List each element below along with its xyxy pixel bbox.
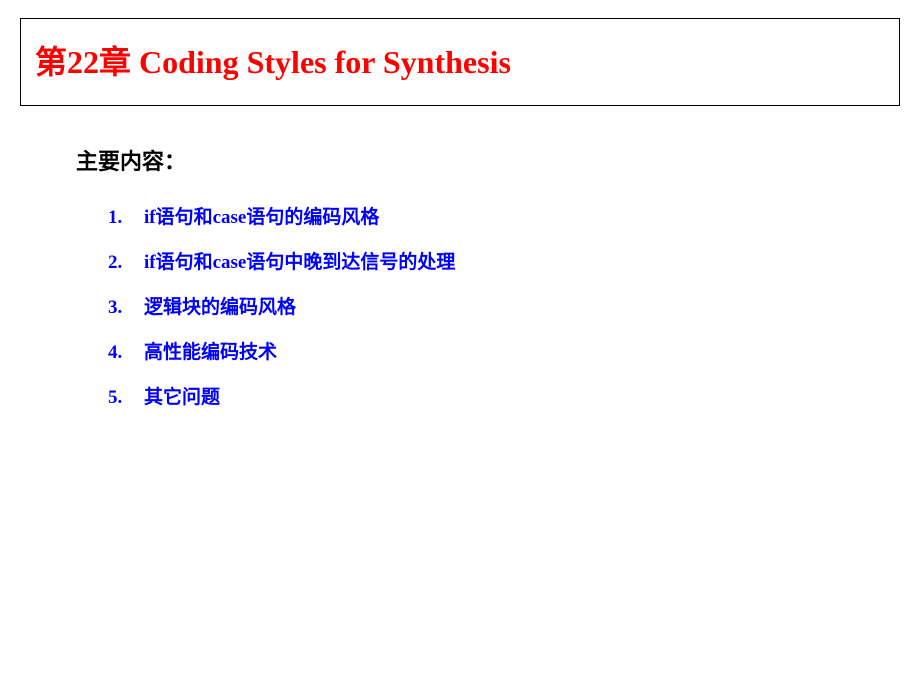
list-text: 逻辑块的编码风格 (144, 292, 296, 319)
list-text: if语句和case语句中晚到达信号的处理 (144, 247, 455, 274)
list-number: 4. (108, 342, 144, 364)
list-number: 3. (108, 297, 144, 319)
subtitle: 主要内容： (76, 144, 900, 176)
list-number: 1. (108, 207, 144, 229)
list-text: if语句和case语句的编码风格 (144, 202, 379, 229)
list-text: 其它问题 (144, 382, 220, 409)
list-number: 5. (108, 387, 144, 409)
content-area: 主要内容： 1. if语句和case语句的编码风格 2. if语句和case语句… (20, 144, 900, 409)
title-box: 第22章 Coding Styles for Synthesis (20, 18, 900, 106)
list-text: 高性能编码技术 (144, 337, 277, 364)
list-item: 5. 其它问题 (108, 382, 900, 409)
list-item: 3. 逻辑块的编码风格 (108, 292, 900, 319)
list-number: 2. (108, 252, 144, 274)
page-title: 第22章 Coding Styles for Synthesis (35, 37, 885, 83)
list-item: 4. 高性能编码技术 (108, 337, 900, 364)
content-list: 1. if语句和case语句的编码风格 2. if语句和case语句中晚到达信号… (76, 202, 900, 409)
list-item: 1. if语句和case语句的编码风格 (108, 202, 900, 229)
list-item: 2. if语句和case语句中晚到达信号的处理 (108, 247, 900, 274)
